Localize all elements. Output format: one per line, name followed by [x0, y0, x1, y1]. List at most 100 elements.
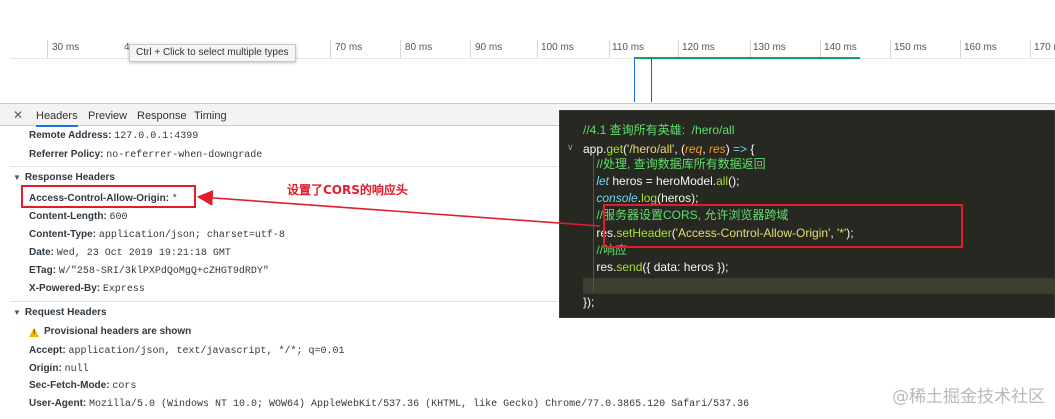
response-header-row: ETag: W/"258-SRI/3klPXPdQoMgQ+cZHGT9dRDY… [29, 265, 269, 277]
caret-down-icon: ▼ [13, 308, 21, 317]
code-token: (); [728, 174, 740, 188]
header-key: Date: [29, 247, 55, 258]
code-token: //处理, 查询数据库所有数据返回 [583, 157, 766, 171]
tick-label: 110 ms [612, 42, 645, 53]
close-icon[interactable]: ✕ [13, 108, 23, 122]
header-key: Content-Type: [29, 229, 97, 240]
header-value: null [64, 364, 89, 375]
tick-label: 160 ms [964, 42, 997, 53]
code-token: heros = heroModel. [609, 174, 717, 188]
code-token: , [702, 142, 710, 156]
tick-line [1030, 40, 1031, 58]
header-key: X-Powered-By: [29, 283, 101, 294]
code-line: }); [583, 294, 1055, 311]
tick-label: 100 ms [541, 42, 574, 53]
header-value: Wed, 23 Oct 2019 19:21:18 GMT [56, 248, 231, 259]
code-token: res. [583, 260, 617, 274]
code-token: app. [583, 142, 607, 156]
tick-label: 140 ms [824, 42, 857, 53]
section-divider [10, 166, 558, 167]
code-line: //4.1 查询所有英雄: /hero/all [583, 122, 1055, 139]
tab-headers[interactable]: Headers [36, 110, 78, 127]
section-divider [10, 301, 558, 302]
network-timeline[interactable]: 30 ms 4 70 ms 80 ms 90 ms 100 ms 110 ms … [0, 0, 1055, 103]
tick-line [960, 40, 961, 58]
code-token: ({ data: heros }); [642, 260, 729, 274]
header-value: no-referrer-when-downgrade [106, 150, 263, 161]
load-event-marker [651, 58, 652, 102]
tick-line [470, 40, 471, 58]
header-key: Origin: [29, 363, 62, 374]
header-value: Mozilla/5.0 (Windows NT 10.0; WOW64) App… [89, 399, 750, 410]
tab-preview[interactable]: Preview [88, 110, 127, 122]
request-headers-toggle[interactable]: ▼ Request Headers [13, 307, 107, 318]
section-title: Response Headers [24, 172, 115, 183]
fold-chevron-icon[interactable]: ∨ [567, 143, 574, 153]
header-value: application/json, text/javascript, */*; … [68, 346, 345, 357]
code-token: console [596, 191, 638, 205]
tick-label: 150 ms [894, 42, 927, 53]
code-line: let heros = heroModel.all(); [583, 173, 1055, 190]
code-token: ) [725, 142, 734, 156]
header-value: 600 [109, 212, 128, 223]
tick-line [330, 40, 331, 58]
header-value: W/"258-SRI/3klPXPdQoMgQ+cZHGT9dRDY" [58, 266, 269, 277]
tick-label: 30 ms [52, 42, 80, 53]
tick-label: 90 ms [475, 42, 503, 53]
tick-line [47, 40, 48, 58]
tab-timing[interactable]: Timing [194, 110, 227, 122]
tick-line [400, 40, 401, 58]
tick-label: 130 ms [753, 42, 786, 53]
code-token: log [641, 191, 658, 205]
header-value: Express [102, 284, 145, 295]
code-token: send [616, 260, 643, 274]
dom-content-loaded-marker [634, 58, 635, 102]
warning-icon-mark: ! [33, 329, 36, 336]
response-headers-toggle[interactable]: ▼ Response Headers [13, 172, 115, 183]
referrer-policy-row: Referrer Policy: no-referrer-when-downgr… [29, 149, 262, 161]
request-header-row: User-Agent: Mozilla/5.0 (Windows NT 10.0… [29, 398, 749, 410]
request-header-row: Sec-Fetch-Mode: cors [29, 380, 136, 392]
header-key: Referrer Policy: [29, 149, 104, 160]
tick-line [750, 40, 751, 58]
request-header-row: Origin: null [29, 363, 89, 375]
request-timing-bar[interactable] [634, 57, 860, 59]
response-header-row: Content-Type: application/json; charset=… [29, 229, 285, 241]
tick-line [890, 40, 891, 58]
tick-line [609, 40, 610, 58]
watermark: @稀土掘金技术社区 [892, 387, 1045, 407]
header-key: Content-Length: [29, 211, 107, 222]
code-token: }); [583, 295, 595, 309]
remote-address-row: Remote Address: 127.0.0.1:4399 [29, 130, 198, 142]
request-header-row: Accept: application/json, text/javascrip… [29, 345, 345, 357]
tick-label: 70 ms [335, 42, 363, 53]
code-token: res [709, 142, 726, 156]
provisional-warning: Provisional headers are shown [44, 326, 191, 337]
code-token: => [733, 142, 748, 156]
header-value: cors [112, 381, 137, 392]
timeline-tooltip: Ctrl + Click to select multiple types [129, 44, 296, 62]
code-token: let [596, 174, 610, 188]
header-key: Remote Address: [29, 130, 112, 141]
header-value: application/json; charset=utf-8 [98, 230, 285, 241]
tick-label: 170 m [1034, 42, 1055, 53]
code-token: { [747, 142, 755, 156]
cors-header-highlight-box [21, 185, 196, 208]
header-key: ETag: [29, 265, 57, 276]
header-key: Sec-Fetch-Mode: [29, 380, 110, 391]
response-header-row: Content-Length: 600 [29, 211, 128, 223]
code-token: req [685, 142, 703, 156]
tick-line [537, 40, 538, 58]
code-token: all [716, 174, 729, 188]
annotation-label: 设置了CORS的响应头 [287, 183, 408, 197]
code-token: get [606, 142, 624, 156]
header-key: User-Agent: [29, 398, 87, 409]
tab-response[interactable]: Response [137, 110, 187, 122]
code-token: (heros); [657, 191, 699, 205]
code-token: '/hero/all' [627, 142, 675, 156]
code-token: , ( [674, 142, 685, 156]
code-token: //4.1 查询所有英雄: /hero/all [583, 123, 735, 137]
tick-line [678, 40, 679, 58]
